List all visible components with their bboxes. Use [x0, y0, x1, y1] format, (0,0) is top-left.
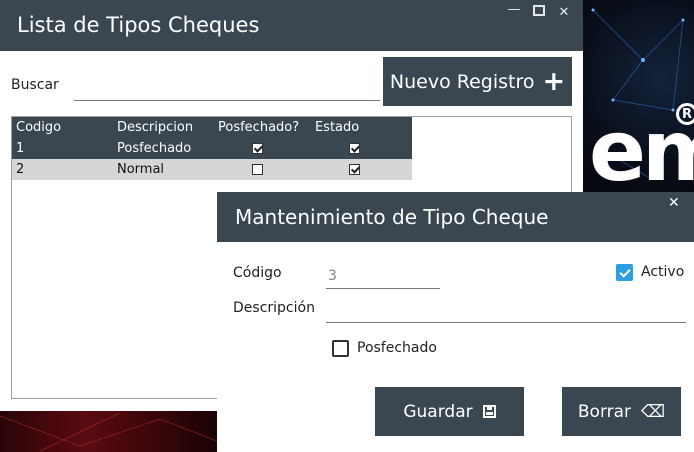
column-header-estado[interactable]: Estado — [311, 117, 412, 138]
table-row[interactable]: 2 Normal — [12, 159, 412, 180]
save-button[interactable]: Guardar — [375, 387, 524, 436]
codigo-field[interactable] — [326, 264, 440, 289]
new-record-button[interactable]: Nuevo Registro + — [383, 57, 572, 106]
minimize-icon[interactable]: — — [505, 2, 523, 17]
plus-icon: + — [542, 65, 566, 97]
save-label: Guardar — [403, 401, 473, 422]
backspace-icon: ⌫ — [641, 401, 666, 422]
window-title: Lista de Tipos Cheques — [17, 13, 260, 37]
tipo-cheque-dialog: Mantenimiento de Tipo Cheque ✕ Código Ac… — [217, 192, 694, 452]
search-input[interactable] — [74, 78, 380, 101]
activo-label: Activo — [641, 264, 685, 280]
dialog-title-bar[interactable]: Mantenimiento de Tipo Cheque ✕ — [217, 192, 694, 242]
activo-checkbox[interactable] — [616, 264, 633, 281]
background-logo: em — [589, 102, 694, 200]
registered-mark-icon: R — [676, 103, 694, 125]
table-header: Codigo Descripcion Posfechado? Estado — [12, 117, 412, 138]
cell-descripcion: Normal — [117, 162, 165, 177]
row-estado-checkbox[interactable] — [348, 164, 360, 175]
row-posfechado-checkbox[interactable] — [252, 143, 263, 154]
search-label: Buscar — [11, 77, 59, 93]
close-icon[interactable]: ✕ — [668, 195, 680, 211]
row-posfechado-checkbox[interactable] — [252, 164, 263, 175]
descripcion-label: Descripción — [233, 300, 315, 316]
floppy-disk-icon — [482, 405, 496, 418]
posfechado-label: Posfechado — [357, 340, 437, 356]
posfechado-checkbox[interactable] — [332, 340, 349, 357]
row-estado-checkbox[interactable] — [348, 143, 360, 154]
column-header-posfechado[interactable]: Posfechado? — [214, 117, 311, 138]
delete-button[interactable]: Borrar ⌫ — [562, 387, 681, 436]
column-header-descripcion[interactable]: Descripcion — [113, 117, 214, 138]
cell-codigo: 1 — [16, 141, 25, 156]
maximize-icon[interactable] — [530, 5, 548, 20]
codigo-label: Código — [233, 265, 282, 281]
dialog-title: Mantenimiento de Tipo Cheque — [235, 205, 549, 229]
new-record-label: Nuevo Registro — [389, 70, 535, 93]
close-icon[interactable]: ✕ — [555, 5, 573, 20]
column-header-codigo[interactable]: Codigo — [12, 117, 113, 138]
descripcion-field[interactable] — [326, 298, 686, 323]
cell-codigo: 2 — [16, 162, 25, 177]
delete-label: Borrar — [577, 401, 632, 422]
window-title-bar[interactable]: Lista de Tipos Cheques — ✕ — [0, 0, 583, 51]
background-red-graphic — [0, 411, 217, 452]
cell-descripcion: Posfechado — [117, 141, 192, 156]
table-row[interactable]: 1 Posfechado — [12, 138, 412, 159]
